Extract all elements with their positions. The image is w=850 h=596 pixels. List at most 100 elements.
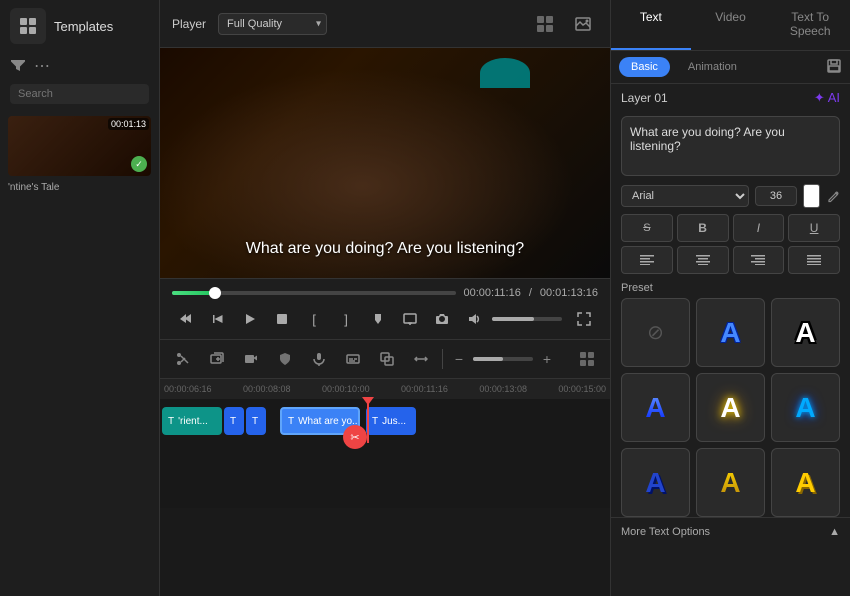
- cut-tool-btn[interactable]: [168, 344, 198, 374]
- bracket-close-btn[interactable]: ]: [332, 305, 360, 333]
- align-center-btn[interactable]: [677, 246, 729, 274]
- align-right-btn[interactable]: [733, 246, 785, 274]
- scissors-icon[interactable]: ✂: [343, 425, 367, 449]
- italic-btn[interactable]: I: [733, 214, 785, 242]
- toolbar: − +: [160, 339, 610, 378]
- play-btn[interactable]: [236, 305, 264, 333]
- zoom-slider[interactable]: [473, 357, 533, 361]
- right-panel: Text Video Text To Speech Basic Animatio…: [610, 0, 850, 596]
- text-content: What are you doing? Are you listening?: [630, 125, 785, 153]
- clip-2[interactable]: T: [224, 407, 244, 435]
- volume-slider[interactable]: [492, 317, 562, 321]
- zoom-in-btn[interactable]: +: [537, 344, 557, 374]
- ruler-mark-3: 00:00:10:00: [322, 384, 370, 394]
- progress-thumb: [209, 287, 221, 299]
- strikethrough-btn[interactable]: S: [621, 214, 673, 242]
- preset-gold-texture[interactable]: A: [696, 448, 765, 517]
- volume-btn[interactable]: [460, 305, 488, 333]
- preset-a-gradient: A: [645, 392, 665, 424]
- rewind-btn[interactable]: [172, 305, 200, 333]
- tab-video[interactable]: Video: [691, 0, 771, 50]
- font-select[interactable]: Arial Helvetica Times New Roman: [621, 185, 749, 207]
- save-icon[interactable]: [826, 58, 842, 77]
- preset-blue-outline[interactable]: A: [696, 298, 765, 367]
- player-label: Player: [172, 17, 206, 31]
- track-row-1: T 'rient... T T T What are yo... T Jus..…: [160, 403, 610, 439]
- divider: [442, 349, 443, 369]
- quality-wrapper: Full Quality Half Quality Quarter Qualit…: [218, 13, 327, 35]
- text-area[interactable]: What are you doing? Are you listening?: [621, 116, 840, 176]
- preset-yellow-gold[interactable]: A: [771, 448, 840, 517]
- color-picker-btn[interactable]: [826, 186, 840, 206]
- sub-tab-basic[interactable]: Basic: [619, 57, 670, 77]
- sub-tab-animation[interactable]: Animation: [676, 57, 749, 77]
- controls-area: 00:00:11:16 / 00:01:13:16 [ ]: [160, 278, 610, 339]
- preset-a-glow: A: [720, 392, 740, 424]
- layer-row: Layer 01 ✦ AI: [611, 84, 850, 112]
- captions-tool-btn[interactable]: [338, 344, 368, 374]
- shield-tool-btn[interactable]: [270, 344, 300, 374]
- teal-hat-object: [480, 58, 530, 88]
- preset-none[interactable]: ⊘: [621, 298, 690, 367]
- filter-icon[interactable]: [10, 57, 26, 76]
- tab-text[interactable]: Text: [611, 0, 691, 50]
- volume-fill: [492, 317, 534, 321]
- overlay-tool-btn[interactable]: [372, 344, 402, 374]
- step-back-btn[interactable]: [204, 305, 232, 333]
- grid-view-icon[interactable]: [530, 9, 560, 39]
- mic-tool-btn[interactable]: [304, 344, 334, 374]
- sidebar-header: Templates: [0, 0, 159, 52]
- sidebar-controls: ⋯: [0, 52, 159, 80]
- clip-3[interactable]: T: [246, 407, 266, 435]
- fullscreen-btn[interactable]: [570, 305, 598, 333]
- preset-neon-outline[interactable]: A: [771, 373, 840, 442]
- stop-btn[interactable]: [268, 305, 296, 333]
- preset-dark-outline[interactable]: A: [771, 298, 840, 367]
- time-separator: /: [529, 287, 532, 299]
- time-total: 00:01:13:16: [540, 287, 598, 299]
- underline-btn[interactable]: U: [788, 214, 840, 242]
- clip-jus[interactable]: T Jus...: [366, 407, 416, 435]
- align-row: [611, 244, 850, 276]
- tab-tts[interactable]: Text To Speech: [770, 0, 850, 50]
- font-size-input[interactable]: [755, 186, 797, 206]
- preset-blue-solid[interactable]: A: [621, 448, 690, 517]
- ai-icon[interactable]: ✦ AI: [814, 90, 840, 106]
- preset-glow-yellow[interactable]: A: [696, 373, 765, 442]
- clip-label-jus: Jus...: [382, 416, 406, 427]
- templates-icon: [10, 8, 46, 44]
- video-tool-btn[interactable]: [236, 344, 266, 374]
- sidebar-search-input[interactable]: [10, 84, 149, 104]
- sidebar-title: Templates: [54, 19, 113, 34]
- more-icon[interactable]: ⋯: [34, 56, 50, 76]
- clip-label: 'rient...: [178, 416, 208, 427]
- align-left-btn[interactable]: [621, 246, 673, 274]
- progress-bar[interactable]: [172, 291, 456, 295]
- timeline-ruler: 00:00:06:16 00:00:08:08 00:00:10:00 00:0…: [160, 379, 610, 399]
- font-color-box[interactable]: [803, 184, 820, 208]
- main-area: Player Full Quality Half Quality Quarter…: [160, 0, 610, 596]
- quality-select[interactable]: Full Quality Half Quality Quarter Qualit…: [218, 13, 327, 35]
- align-justify-btn[interactable]: [788, 246, 840, 274]
- preset-gradient-blue[interactable]: A: [621, 373, 690, 442]
- marker-btn[interactable]: [364, 305, 392, 333]
- screen-btn[interactable]: [396, 305, 424, 333]
- camera-btn[interactable]: [428, 305, 456, 333]
- more-text-options[interactable]: More Text Options ▲: [611, 517, 850, 542]
- playhead[interactable]: [367, 399, 369, 443]
- bracket-open-btn[interactable]: [: [300, 305, 328, 333]
- grid-layout-btn[interactable]: [572, 344, 602, 374]
- clip-icon-4: T: [288, 416, 294, 427]
- ctrl-buttons: [ ]: [172, 303, 598, 335]
- bold-btn[interactable]: B: [677, 214, 729, 242]
- panel-tabs: Text Video Text To Speech: [611, 0, 850, 51]
- add-clip-btn[interactable]: [202, 344, 232, 374]
- preset-label: Preset: [611, 276, 850, 298]
- transform-tool-btn[interactable]: [406, 344, 436, 374]
- zoom-out-btn[interactable]: −: [449, 344, 469, 374]
- media-item[interactable]: 00:01:13 ✓: [8, 116, 151, 176]
- image-view-icon[interactable]: [568, 9, 598, 39]
- preset-a-gold: A: [720, 467, 740, 499]
- preset-none-icon: ⊘: [647, 320, 664, 345]
- clip-orient[interactable]: T 'rient...: [162, 407, 222, 435]
